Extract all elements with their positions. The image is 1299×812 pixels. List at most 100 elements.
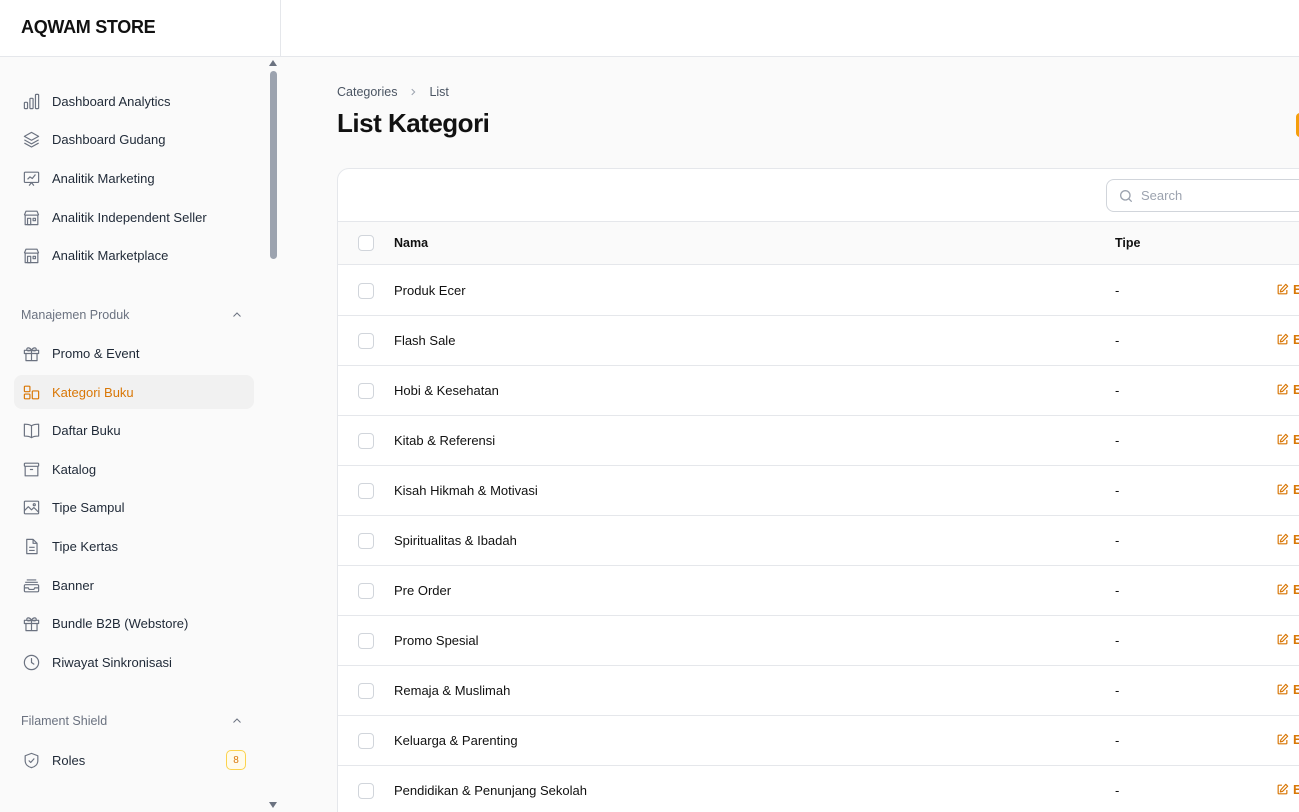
sidebar-item-label: Tipe Kertas — [52, 538, 118, 554]
layers-icon — [23, 131, 40, 148]
table-row[interactable]: Produk Ecer - E — [338, 266, 1299, 316]
sidebar-item-label: Bundle B2B (Webstore) — [52, 615, 189, 631]
sidebar-item-bundle-b2b[interactable]: Bundle B2B (Webstore) — [14, 606, 254, 640]
edit-label: E — [1293, 582, 1299, 597]
cell-nama: Spiritualitas & Ibadah — [394, 533, 517, 548]
sidebar-item-dashboard-analytics[interactable]: Dashboard Analytics — [14, 84, 254, 118]
row-checkbox[interactable] — [358, 283, 374, 299]
table-row[interactable]: Kisah Hikmah & Motivasi - E — [338, 466, 1299, 516]
table-row[interactable]: Hobi & Kesehatan - E — [338, 366, 1299, 416]
book-open-icon — [23, 423, 40, 439]
pencil-square-icon — [1277, 733, 1289, 745]
edit-button[interactable]: E — [1276, 782, 1299, 797]
sidebar-item-banner[interactable]: Banner — [14, 568, 254, 602]
edit-button[interactable]: E — [1276, 632, 1299, 647]
cell-nama: Promo Spesial — [394, 633, 479, 648]
page-title: List Kategori — [337, 108, 490, 138]
sidebar-item-analitik-independent-seller[interactable]: Analitik Independent Seller — [14, 200, 254, 234]
table-row[interactable]: Remaja & Muslimah - E — [338, 666, 1299, 716]
pencil-square-icon — [1277, 283, 1289, 295]
edit-button[interactable]: E — [1276, 382, 1299, 397]
scroll-down-arrow-icon[interactable] — [268, 800, 278, 810]
cell-nama: Keluarga & Parenting — [394, 733, 518, 748]
bar-chart-icon — [23, 93, 40, 110]
edit-button[interactable]: E — [1276, 732, 1299, 747]
sidebar-item-dashboard-gudang[interactable]: Dashboard Gudang — [14, 122, 254, 156]
edit-label: E — [1293, 482, 1299, 497]
chevron-up-icon[interactable] — [231, 309, 243, 321]
cell-tipe: - — [1115, 433, 1120, 448]
row-checkbox[interactable] — [358, 633, 374, 649]
gift-icon — [23, 347, 40, 362]
scroll-up-arrow-icon[interactable] — [268, 58, 278, 68]
table-row[interactable]: Kitab & Referensi - E — [338, 416, 1299, 466]
sidebar-item-label: Riwayat Sinkronisasi — [52, 654, 172, 670]
edit-button[interactable]: E — [1276, 532, 1299, 547]
cell-nama: Remaja & Muslimah — [394, 683, 511, 698]
group-label-filament-shield: Filament Shield — [21, 714, 108, 728]
sidebar-item-promo-event[interactable]: Promo & Event — [14, 336, 254, 370]
cell-tipe: - — [1115, 283, 1120, 298]
sidebar-item-riwayat-sinkronisasi[interactable]: Riwayat Sinkronisasi — [14, 645, 254, 679]
table-row[interactable]: Promo Spesial - E — [338, 616, 1299, 666]
sidebar-item-label: Analitik Marketplace — [52, 247, 169, 263]
cell-nama: Flash Sale — [394, 333, 456, 348]
sidebar-item-tipe-kertas[interactable]: Tipe Kertas — [14, 529, 254, 563]
row-checkbox[interactable] — [358, 733, 374, 749]
clock-icon — [23, 654, 40, 671]
chevron-up-icon[interactable] — [231, 715, 243, 727]
edit-button[interactable]: E — [1276, 332, 1299, 347]
edit-button[interactable]: E — [1276, 432, 1299, 447]
sidebar-item-katalog[interactable]: Katalog — [14, 452, 254, 486]
edit-button[interactable]: E — [1276, 482, 1299, 497]
row-checkbox[interactable] — [358, 333, 374, 349]
sidebar-item-analitik-marketing[interactable]: Analitik Marketing — [14, 161, 254, 195]
breadcrumb-current: List — [429, 85, 449, 99]
pencil-square-icon — [1277, 433, 1289, 445]
breadcrumb-link-categories[interactable]: Categories — [337, 85, 397, 99]
sidebar-item-daftar-buku[interactable]: Daftar Buku — [14, 413, 254, 447]
table-row[interactable]: Spiritualitas & Ibadah - E — [338, 516, 1299, 566]
search-field[interactable] — [1106, 179, 1299, 212]
table-row[interactable]: Pendidikan & Penunjang Sekolah - E — [338, 766, 1299, 812]
presentation-chart-icon — [23, 171, 40, 186]
row-checkbox[interactable] — [358, 383, 374, 399]
cell-tipe: - — [1115, 633, 1120, 648]
sidebar-item-roles[interactable]: Roles 8 — [14, 743, 254, 777]
cell-tipe: - — [1115, 733, 1120, 748]
row-checkbox[interactable] — [358, 783, 374, 799]
archive-box-icon — [23, 462, 40, 477]
cell-nama: Kitab & Referensi — [394, 433, 496, 448]
table-card: Nama Tipe Produk Ecer-EFlash Sale-EHobi … — [337, 168, 1299, 812]
column-header-tipe[interactable]: Tipe — [1115, 236, 1140, 250]
table-row[interactable]: Flash Sale - E — [338, 316, 1299, 366]
select-all-checkbox[interactable] — [358, 235, 374, 251]
sidebar-item-label: Analitik Independent Seller — [52, 209, 207, 225]
table-row[interactable]: Pre Order - E — [338, 566, 1299, 616]
inbox-stack-icon — [23, 579, 40, 593]
row-checkbox[interactable] — [358, 583, 374, 599]
pencil-square-icon — [1277, 333, 1289, 345]
row-checkbox[interactable] — [358, 433, 374, 449]
sidebar-item-label: Roles — [52, 752, 86, 768]
edit-button[interactable]: E — [1276, 282, 1299, 297]
row-checkbox[interactable] — [358, 683, 374, 699]
sidebar-item-analitik-marketplace[interactable]: Analitik Marketplace — [14, 238, 254, 272]
row-checkbox[interactable] — [358, 483, 374, 499]
brand-logo-text[interactable]: AQWAM STORE — [21, 17, 156, 38]
edit-label: E — [1293, 332, 1299, 347]
edit-button[interactable]: E — [1276, 682, 1299, 697]
pencil-square-icon — [1277, 533, 1289, 545]
sidebar-item-kategori-buku[interactable]: Kategori Buku — [14, 375, 254, 409]
cell-tipe: - — [1115, 483, 1120, 498]
row-checkbox[interactable] — [358, 533, 374, 549]
sidebar-scrollbar-thumb[interactable] — [270, 71, 277, 259]
search-input[interactable] — [1141, 180, 1299, 211]
column-header-nama[interactable]: Nama — [394, 236, 428, 250]
sidebar-item-tipe-sampul[interactable]: Tipe Sampul — [14, 490, 254, 524]
table-row[interactable]: Keluarga & Parenting - E — [338, 716, 1299, 766]
edit-label: E — [1293, 682, 1299, 697]
edit-button[interactable]: E — [1276, 582, 1299, 597]
cell-nama: Kisah Hikmah & Motivasi — [394, 483, 538, 498]
edit-label: E — [1293, 432, 1299, 447]
